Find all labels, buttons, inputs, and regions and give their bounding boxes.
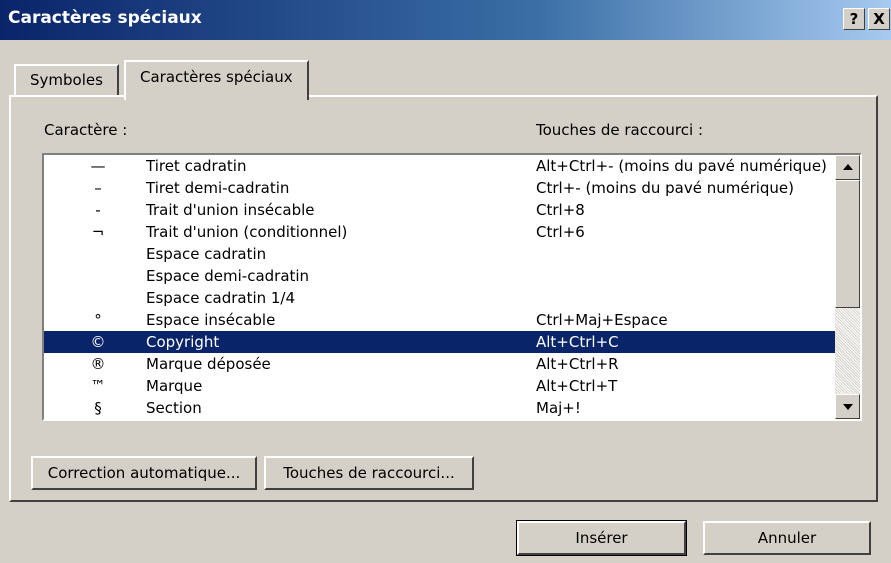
character-name: Marque déposée [146,355,271,373]
tab-caracteres-speciaux[interactable]: Caractères spéciaux [124,60,309,100]
character-symbol: – [94,179,102,197]
character-symbol: © [90,333,106,351]
character-shortcut: Ctrl+Maj+Espace [536,311,668,329]
tab-symboles[interactable]: Symboles [14,64,119,96]
character-name: Espace demi-cadratin [146,267,310,285]
character-name: Trait d'union (conditionnel) [146,223,348,241]
character-symbol: — [90,157,106,175]
character-symbol: ¬ [91,223,105,241]
character-shortcut: Ctrl+- (moins du pavé numérique) [536,179,795,197]
insert-button[interactable]: Insérer [516,520,687,556]
character-symbol: ° [94,311,102,329]
cancel-button[interactable]: Annuler [703,521,871,555]
shortcut-keys-button[interactable]: Touches de raccourci... [264,456,474,490]
character-symbol: ® [90,355,106,373]
list-item[interactable]: ™ Marque Alt+Ctrl+T [44,375,835,397]
character-name: Espace cadratin [146,245,267,263]
character-shortcut: Alt+Ctrl+- (moins du pavé numérique) [536,157,827,175]
arrow-down-icon [843,404,853,410]
scroll-thumb[interactable] [835,180,860,308]
character-symbol: - [95,201,101,219]
character-shortcut: Alt+Ctrl+C [536,333,619,351]
list-item[interactable]: — Tiret cadratin Alt+Ctrl+- (moins du pavé… [44,155,835,177]
list-item[interactable]: - Trait d'union insécable Ctrl+8 [44,199,835,221]
special-characters-list[interactable]: — Tiret cadratin Alt+Ctrl+- (moins du pavé… [42,153,862,421]
character-name: Trait d'union insécable [146,201,315,219]
character-name: Tiret cadratin [146,157,247,175]
arrow-up-icon [843,164,853,170]
list-item[interactable]: – Tiret demi-cadratin Ctrl+- (moins du pav… [44,177,835,199]
character-name: Marque [146,377,203,395]
shortcut-column-header: Touches de raccourci : [536,121,703,139]
character-name: Espace cadratin 1/4 [146,289,296,307]
character-symbol: ™ [90,377,106,395]
character-name: Tiret demi-cadratin [146,179,290,197]
list-item[interactable]: © Copyright Alt+Ctrl+C [44,331,835,353]
help-button[interactable]: ? [843,8,865,30]
character-shortcut: Alt+Ctrl+R [536,355,619,373]
tab-label: Caractères spéciaux [140,68,293,86]
scroll-down-button[interactable] [835,394,860,419]
list-item[interactable]: § Section Maj+! [44,397,835,419]
list-item[interactable]: ¬ Trait d'union (conditionnel) Ctrl+6 [44,221,835,243]
character-column-header: Caractère : [44,121,128,139]
list-items: — Tiret cadratin Alt+Ctrl+- (moins du pavé… [44,155,835,419]
character-shortcut: Alt+Ctrl+T [536,377,618,395]
character-name: Section [146,399,202,417]
list-item[interactable]: ® Marque déposée Alt+Ctrl+R [44,353,835,375]
window-title: Caractères spéciaux [8,8,202,28]
tab-label: Symboles [30,71,103,89]
close-button[interactable]: X [868,8,890,30]
title-bar: Caractères spéciaux ? X [0,0,891,40]
character-symbol: § [94,399,102,417]
character-name: Espace insécable [146,311,276,329]
character-shortcut: Ctrl+6 [536,223,585,241]
character-name: Copyright [146,333,220,351]
list-item[interactable]: Espace cadratin [44,243,835,265]
character-shortcut: Ctrl+8 [536,201,585,219]
autocorrect-button[interactable]: Correction automatique... [31,456,257,490]
list-item[interactable]: Espace demi-cadratin [44,265,835,287]
scroll-up-button[interactable] [835,155,860,180]
list-item[interactable]: ° Espace insécable Ctrl+Maj+Espace [44,309,835,331]
vertical-scrollbar[interactable] [835,155,860,419]
character-shortcut: Maj+! [536,399,581,417]
list-item[interactable]: Espace cadratin 1/4 [44,287,835,309]
